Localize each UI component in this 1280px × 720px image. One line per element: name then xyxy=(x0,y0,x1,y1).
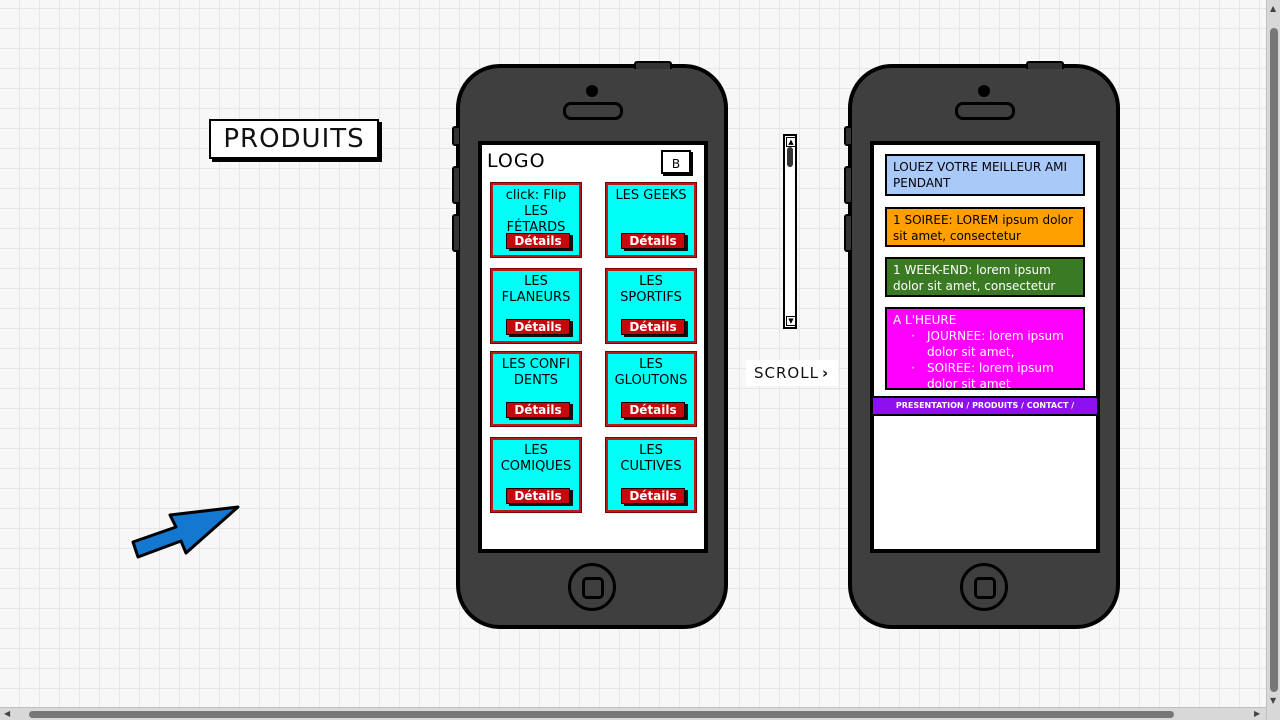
list-item: JOURNEE: lorem ipsum dolor sit amet, xyxy=(911,328,1077,360)
scroll-down-icon[interactable]: ▼ xyxy=(1270,696,1276,706)
home-button[interactable] xyxy=(568,563,616,611)
home-button[interactable] xyxy=(960,563,1008,611)
horizontal-scrollbar[interactable]: ◀ ▶ xyxy=(0,707,1266,720)
scroll-up-icon[interactable]: ▲ xyxy=(1270,4,1276,14)
footer-nav[interactable]: PRESENTATION / PRODUITS / CONTACT / COPY… xyxy=(871,396,1099,426)
card-cultives[interactable]: LES CULTIVES Détails xyxy=(605,437,697,513)
weekend-block: 1 WEEK-END: lorem ipsum dolor sit amet, … xyxy=(885,257,1085,297)
arrow-icon xyxy=(131,505,240,559)
camera xyxy=(978,85,990,97)
soiree-block: 1 SOIREE: LOREM ipsum dolor sit amet, co… xyxy=(885,207,1085,247)
card-comiques[interactable]: LES COMIQUES Détails xyxy=(490,437,582,513)
hourly-list: JOURNEE: lorem ipsum dolor sit amet, SOI… xyxy=(893,328,1077,388)
card-confidents[interactable]: LES CONFIDENTS Détails xyxy=(490,351,582,427)
scroll-label: SCROLL xyxy=(754,364,819,382)
chevron-right-icon: › xyxy=(822,364,830,382)
details-button[interactable]: Détails xyxy=(506,488,570,504)
card-title: LES FLANEURS xyxy=(501,274,571,305)
vertical-scroll-thumb[interactable] xyxy=(1270,28,1278,692)
card-title: LES CULTIVES xyxy=(620,443,682,474)
card-title: LES GLOUTONS xyxy=(614,357,688,388)
details-button[interactable]: Détails xyxy=(506,233,570,249)
details-button[interactable]: Détails xyxy=(621,488,685,504)
details-button[interactable]: Détails xyxy=(621,233,685,249)
card-title: LES COMIQUES xyxy=(500,443,572,474)
phone-screen-left: LOGO B click: Flip LES FÉTARDS Détails L… xyxy=(478,141,708,553)
card-gloutons[interactable]: LES GLOUTONS Détails xyxy=(605,351,697,427)
scroll-thumb[interactable] xyxy=(787,147,793,167)
details-button[interactable]: Détails xyxy=(506,402,570,418)
logo: LOGO xyxy=(487,150,546,172)
card-flaneurs[interactable]: LES FLANEURS Détails xyxy=(490,268,582,344)
card-geeks[interactable]: LES GEEKS Détails xyxy=(605,182,697,258)
camera xyxy=(586,85,598,97)
menu-button[interactable]: B xyxy=(661,150,691,174)
card-title: click: Flip LES FÉTARDS xyxy=(505,188,567,235)
details-button[interactable]: Détails xyxy=(621,319,685,335)
card-title: LES CONFIDENTS xyxy=(501,357,571,388)
scrollbar-mock[interactable]: ▲ ▼ xyxy=(783,134,797,329)
pitch-block: LOUEZ VOTRE MEILLEUR AMI PENDANT xyxy=(885,154,1085,196)
card-fetards[interactable]: click: Flip LES FÉTARDS Détails xyxy=(490,182,582,258)
details-button[interactable]: Détails xyxy=(621,402,685,418)
scroll-right-icon[interactable]: ▶ xyxy=(1254,709,1260,719)
card-title: LES GEEKS xyxy=(615,188,687,203)
vertical-scrollbar[interactable]: ▲ ▼ xyxy=(1266,0,1280,720)
phone-mockup-left: LOGO B click: Flip LES FÉTARDS Détails L… xyxy=(452,61,728,629)
scroll-down-arrow-icon[interactable]: ▼ xyxy=(786,316,796,326)
details-button[interactable]: Détails xyxy=(506,319,570,335)
card-title: LES SPORTIFS xyxy=(620,274,682,305)
card-sportifs[interactable]: LES SPORTIFS Détails xyxy=(605,268,697,344)
speaker xyxy=(955,102,1015,120)
horizontal-scroll-thumb[interactable] xyxy=(29,711,1174,718)
scroll-link[interactable]: SCROLL › xyxy=(746,360,838,386)
speaker xyxy=(563,102,623,120)
list-item: SOIREE: lorem ipsum dolor sit amet xyxy=(911,360,1077,388)
phone-screen-right: LOUEZ VOTRE MEILLEUR AMI PENDANT 1 SOIRE… xyxy=(870,141,1100,553)
page-title: PRODUITS xyxy=(209,119,379,159)
phone-mockup-right: LOUEZ VOTRE MEILLEUR AMI PENDANT 1 SOIRE… xyxy=(844,61,1120,629)
scroll-up-arrow-icon[interactable]: ▲ xyxy=(786,137,796,147)
hourly-title: A L'HEURE xyxy=(893,313,957,327)
scroll-left-icon[interactable]: ◀ xyxy=(4,709,10,719)
hourly-block: A L'HEURE JOURNEE: lorem ipsum dolor sit… xyxy=(885,307,1085,390)
